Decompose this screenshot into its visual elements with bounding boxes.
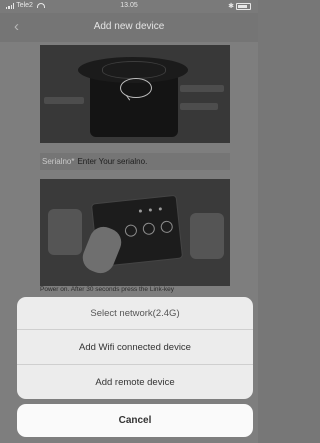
- pipe-right-top: [180, 85, 224, 92]
- page-title: Add new device: [93, 21, 165, 32]
- serial-number-field[interactable]: Serialno* Enter Your serialno.: [40, 153, 230, 170]
- filter-ring-shape: [102, 61, 166, 79]
- instructions-text: Power on. After 30 seconds press the Lin…: [40, 286, 175, 293]
- control-panel-image: [40, 179, 230, 286]
- navigation-bar: ‹ Add new device: [0, 13, 258, 42]
- filter-product-image: [40, 45, 230, 143]
- led-icon: [138, 209, 143, 213]
- panel-button-icon: [124, 224, 138, 238]
- panel-button-icon: [160, 220, 174, 234]
- serial-input[interactable]: Enter Your serialno.: [77, 157, 147, 166]
- led-icon: [158, 207, 162, 211]
- status-right: ✱: [228, 2, 251, 10]
- battery-icon: [236, 2, 251, 10]
- serial-label: Serialno*: [42, 157, 75, 166]
- speech-bubble-icon: [120, 78, 152, 98]
- action-sheet: Select network(2.4G) Add Wifi connected …: [17, 297, 253, 399]
- add-remote-device-option[interactable]: Add remote device: [17, 365, 253, 399]
- app-screen: Tele2 13.05 ✱ ‹ Add new device Serialno*…: [0, 0, 258, 443]
- socket-left: [48, 209, 82, 255]
- cancel-button[interactable]: Cancel: [17, 404, 253, 437]
- bluetooth-icon: ✱: [228, 3, 234, 10]
- add-wifi-device-option[interactable]: Add Wifi connected device: [17, 330, 253, 365]
- pipe-right-bottom: [180, 103, 218, 110]
- panel-button-icon: [142, 222, 156, 236]
- status-time: 13.05: [120, 2, 138, 9]
- action-sheet-title: Select network(2.4G): [17, 297, 253, 330]
- socket-right: [190, 213, 224, 259]
- led-icon: [148, 208, 153, 212]
- pipe-left: [44, 97, 84, 104]
- status-bar: Tele2 13.05 ✱: [0, 0, 258, 13]
